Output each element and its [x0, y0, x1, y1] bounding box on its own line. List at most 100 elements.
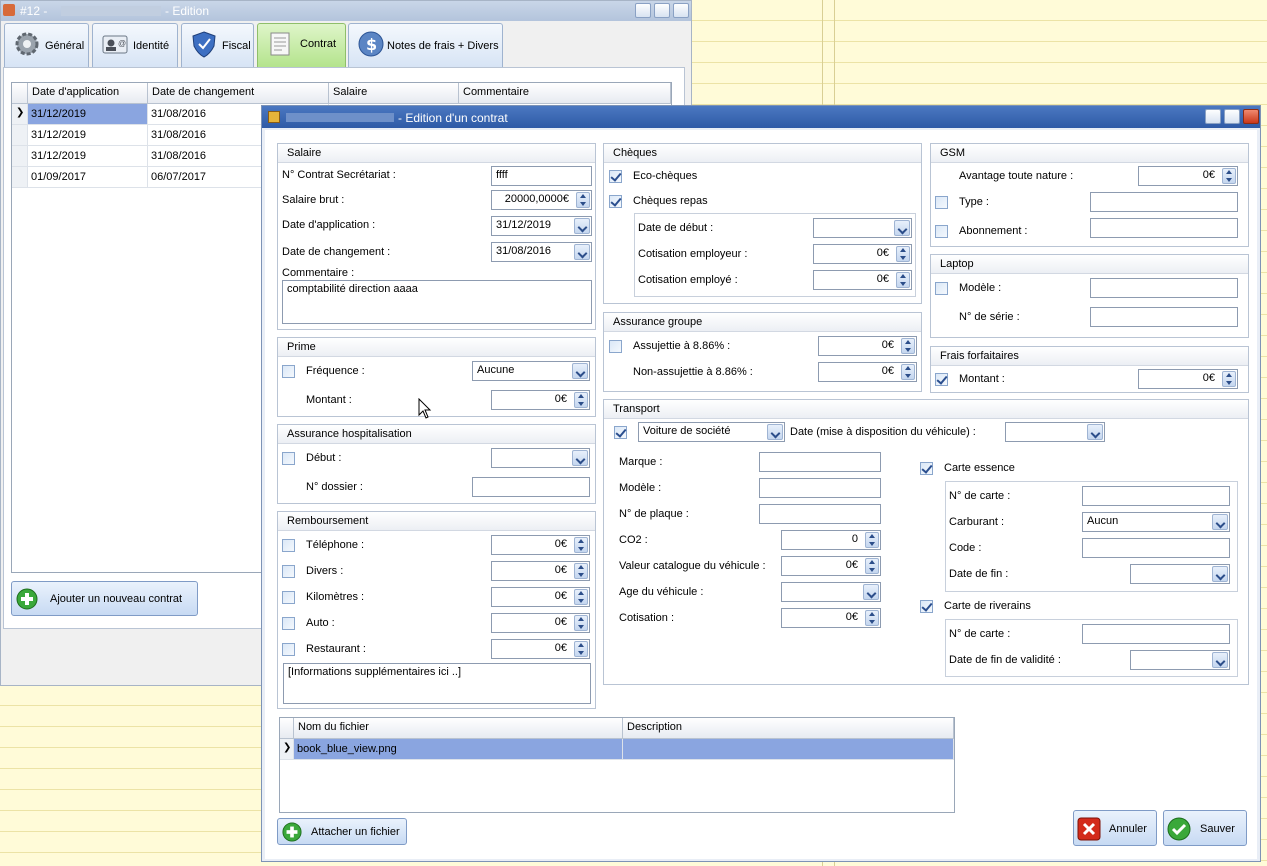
- laptop-modele-input[interactable]: [1090, 278, 1238, 298]
- table-cell[interactable]: 31/12/2019: [28, 104, 148, 125]
- date-mise-disposition-picker[interactable]: [1005, 422, 1105, 442]
- kilometres-checkbox[interactable]: [282, 591, 295, 604]
- spin-button[interactable]: [865, 532, 879, 548]
- attach-file-button[interactable]: Attacher un fichier: [277, 818, 407, 845]
- spin-button[interactable]: [574, 589, 588, 605]
- table-cell[interactable]: 31/12/2019: [28, 125, 148, 146]
- salaire-brut-input[interactable]: 20000,0000€: [491, 190, 592, 210]
- spin-button[interactable]: [574, 537, 588, 553]
- frais-montant-input[interactable]: 0€: [1138, 369, 1238, 389]
- vehicule-modele-input[interactable]: [759, 478, 881, 498]
- age-vehicule-select[interactable]: [781, 582, 881, 602]
- carte-date-fin-picker[interactable]: [1130, 564, 1230, 584]
- transport-checkbox[interactable]: [614, 426, 627, 439]
- spin-button[interactable]: [574, 392, 588, 408]
- spin-button[interactable]: [901, 338, 915, 354]
- carte-essence-number-input[interactable]: [1082, 486, 1230, 506]
- info-supplementaires-textarea[interactable]: [Informations supplémentaires ici ..]: [283, 663, 591, 704]
- row-indicator[interactable]: [12, 146, 28, 167]
- co2-input[interactable]: 0: [781, 530, 881, 550]
- non-assujettie-input[interactable]: 0€: [818, 362, 917, 382]
- spin-button[interactable]: [574, 563, 588, 579]
- cancel-button[interactable]: Annuler: [1073, 810, 1157, 846]
- tab-notes-de-frais[interactable]: $ Notes de frais + Divers: [348, 23, 503, 67]
- eco-cheques-checkbox[interactable]: [609, 170, 622, 183]
- commentaire-textarea[interactable]: comptabilité direction aaaa: [282, 280, 592, 324]
- frequence-select[interactable]: Aucune: [472, 361, 590, 381]
- tab-identite[interactable]: @ Identité: [92, 23, 178, 67]
- laptop-checkbox[interactable]: [935, 282, 948, 295]
- hospitalisation-debut-picker[interactable]: [491, 448, 590, 468]
- carburant-select[interactable]: Aucun: [1082, 512, 1230, 532]
- chevron-down-icon[interactable]: [1087, 424, 1103, 440]
- close-button[interactable]: [673, 3, 689, 18]
- spin-button[interactable]: [896, 272, 910, 288]
- dialog-close-button[interactable]: [1243, 109, 1259, 124]
- chevron-down-icon[interactable]: [572, 363, 588, 379]
- add-contract-button[interactable]: Ajouter un nouveau contrat: [11, 581, 198, 616]
- row-indicator[interactable]: ❯: [12, 104, 28, 125]
- restaurant-checkbox[interactable]: [282, 643, 295, 656]
- table-cell[interactable]: [623, 739, 954, 760]
- table-cell[interactable]: 31/12/2019: [28, 146, 148, 167]
- contrat-number-input[interactable]: ffff: [491, 166, 592, 186]
- cotisation-employeur-input[interactable]: 0€: [813, 244, 912, 264]
- telephone-checkbox[interactable]: [282, 539, 295, 552]
- chevron-down-icon[interactable]: [1212, 566, 1228, 582]
- spin-button[interactable]: [865, 558, 879, 574]
- riverains-number-input[interactable]: [1082, 624, 1230, 644]
- table-cell[interactable]: book_blue_view.png: [294, 739, 623, 760]
- chevron-down-icon[interactable]: [574, 218, 590, 234]
- chevron-down-icon[interactable]: [1212, 652, 1228, 668]
- tab-general[interactable]: Général: [4, 23, 89, 67]
- dialog-minimize-button[interactable]: [1205, 109, 1221, 124]
- minimize-button[interactable]: [635, 3, 651, 18]
- chevron-down-icon[interactable]: [572, 450, 588, 466]
- date-application-picker[interactable]: 31/12/2019: [491, 216, 592, 236]
- cotisation-employe-input[interactable]: 0€: [813, 270, 912, 290]
- carte-essence-checkbox[interactable]: [920, 462, 933, 475]
- dialog-maximize-button[interactable]: [1224, 109, 1240, 124]
- spin-button[interactable]: [865, 610, 879, 626]
- telephone-amount-input[interactable]: 0€: [491, 535, 590, 555]
- row-indicator[interactable]: [12, 167, 28, 188]
- gsm-type-checkbox[interactable]: [935, 196, 948, 209]
- spin-button[interactable]: [1222, 168, 1236, 184]
- marque-input[interactable]: [759, 452, 881, 472]
- laptop-serie-input[interactable]: [1090, 307, 1238, 327]
- spin-button[interactable]: [574, 615, 588, 631]
- tab-contrat[interactable]: Contrat: [257, 23, 346, 68]
- date-changement-picker[interactable]: 31/08/2016: [491, 242, 592, 262]
- column-header[interactable]: Date de changement: [148, 83, 329, 104]
- column-header[interactable]: Commentaire: [459, 83, 671, 104]
- plaque-input[interactable]: [759, 504, 881, 524]
- tab-fiscal[interactable]: Fiscal: [181, 23, 254, 67]
- row-indicator[interactable]: ❯: [280, 739, 294, 760]
- chevron-down-icon[interactable]: [894, 220, 910, 236]
- spin-button[interactable]: [574, 641, 588, 657]
- chevron-down-icon[interactable]: [574, 244, 590, 260]
- prime-checkbox[interactable]: [282, 365, 295, 378]
- avantage-toute-nature-input[interactable]: 0€: [1138, 166, 1238, 186]
- chevron-down-icon[interactable]: [1212, 514, 1228, 530]
- gsm-abonnement-input[interactable]: [1090, 218, 1238, 238]
- save-button[interactable]: Sauver: [1163, 810, 1247, 846]
- divers-amount-input[interactable]: 0€: [491, 561, 590, 581]
- spin-button[interactable]: [896, 246, 910, 262]
- column-header[interactable]: Nom du fichier: [294, 718, 623, 739]
- spin-button[interactable]: [1222, 371, 1236, 387]
- maximize-button[interactable]: [654, 3, 670, 18]
- row-indicator[interactable]: [12, 125, 28, 146]
- cheques-date-debut-picker[interactable]: [813, 218, 912, 238]
- spin-button[interactable]: [576, 192, 590, 208]
- riverains-date-fin-picker[interactable]: [1130, 650, 1230, 670]
- carte-riverains-checkbox[interactable]: [920, 600, 933, 613]
- column-header[interactable]: Salaire: [329, 83, 459, 104]
- valeur-catalogue-input[interactable]: 0€: [781, 556, 881, 576]
- dossier-number-input[interactable]: [472, 477, 590, 497]
- auto-checkbox[interactable]: [282, 617, 295, 630]
- transport-cotisation-input[interactable]: 0€: [781, 608, 881, 628]
- assujettie-checkbox[interactable]: [609, 340, 622, 353]
- table-cell[interactable]: 01/09/2017: [28, 167, 148, 188]
- restaurant-amount-input[interactable]: 0€: [491, 639, 590, 659]
